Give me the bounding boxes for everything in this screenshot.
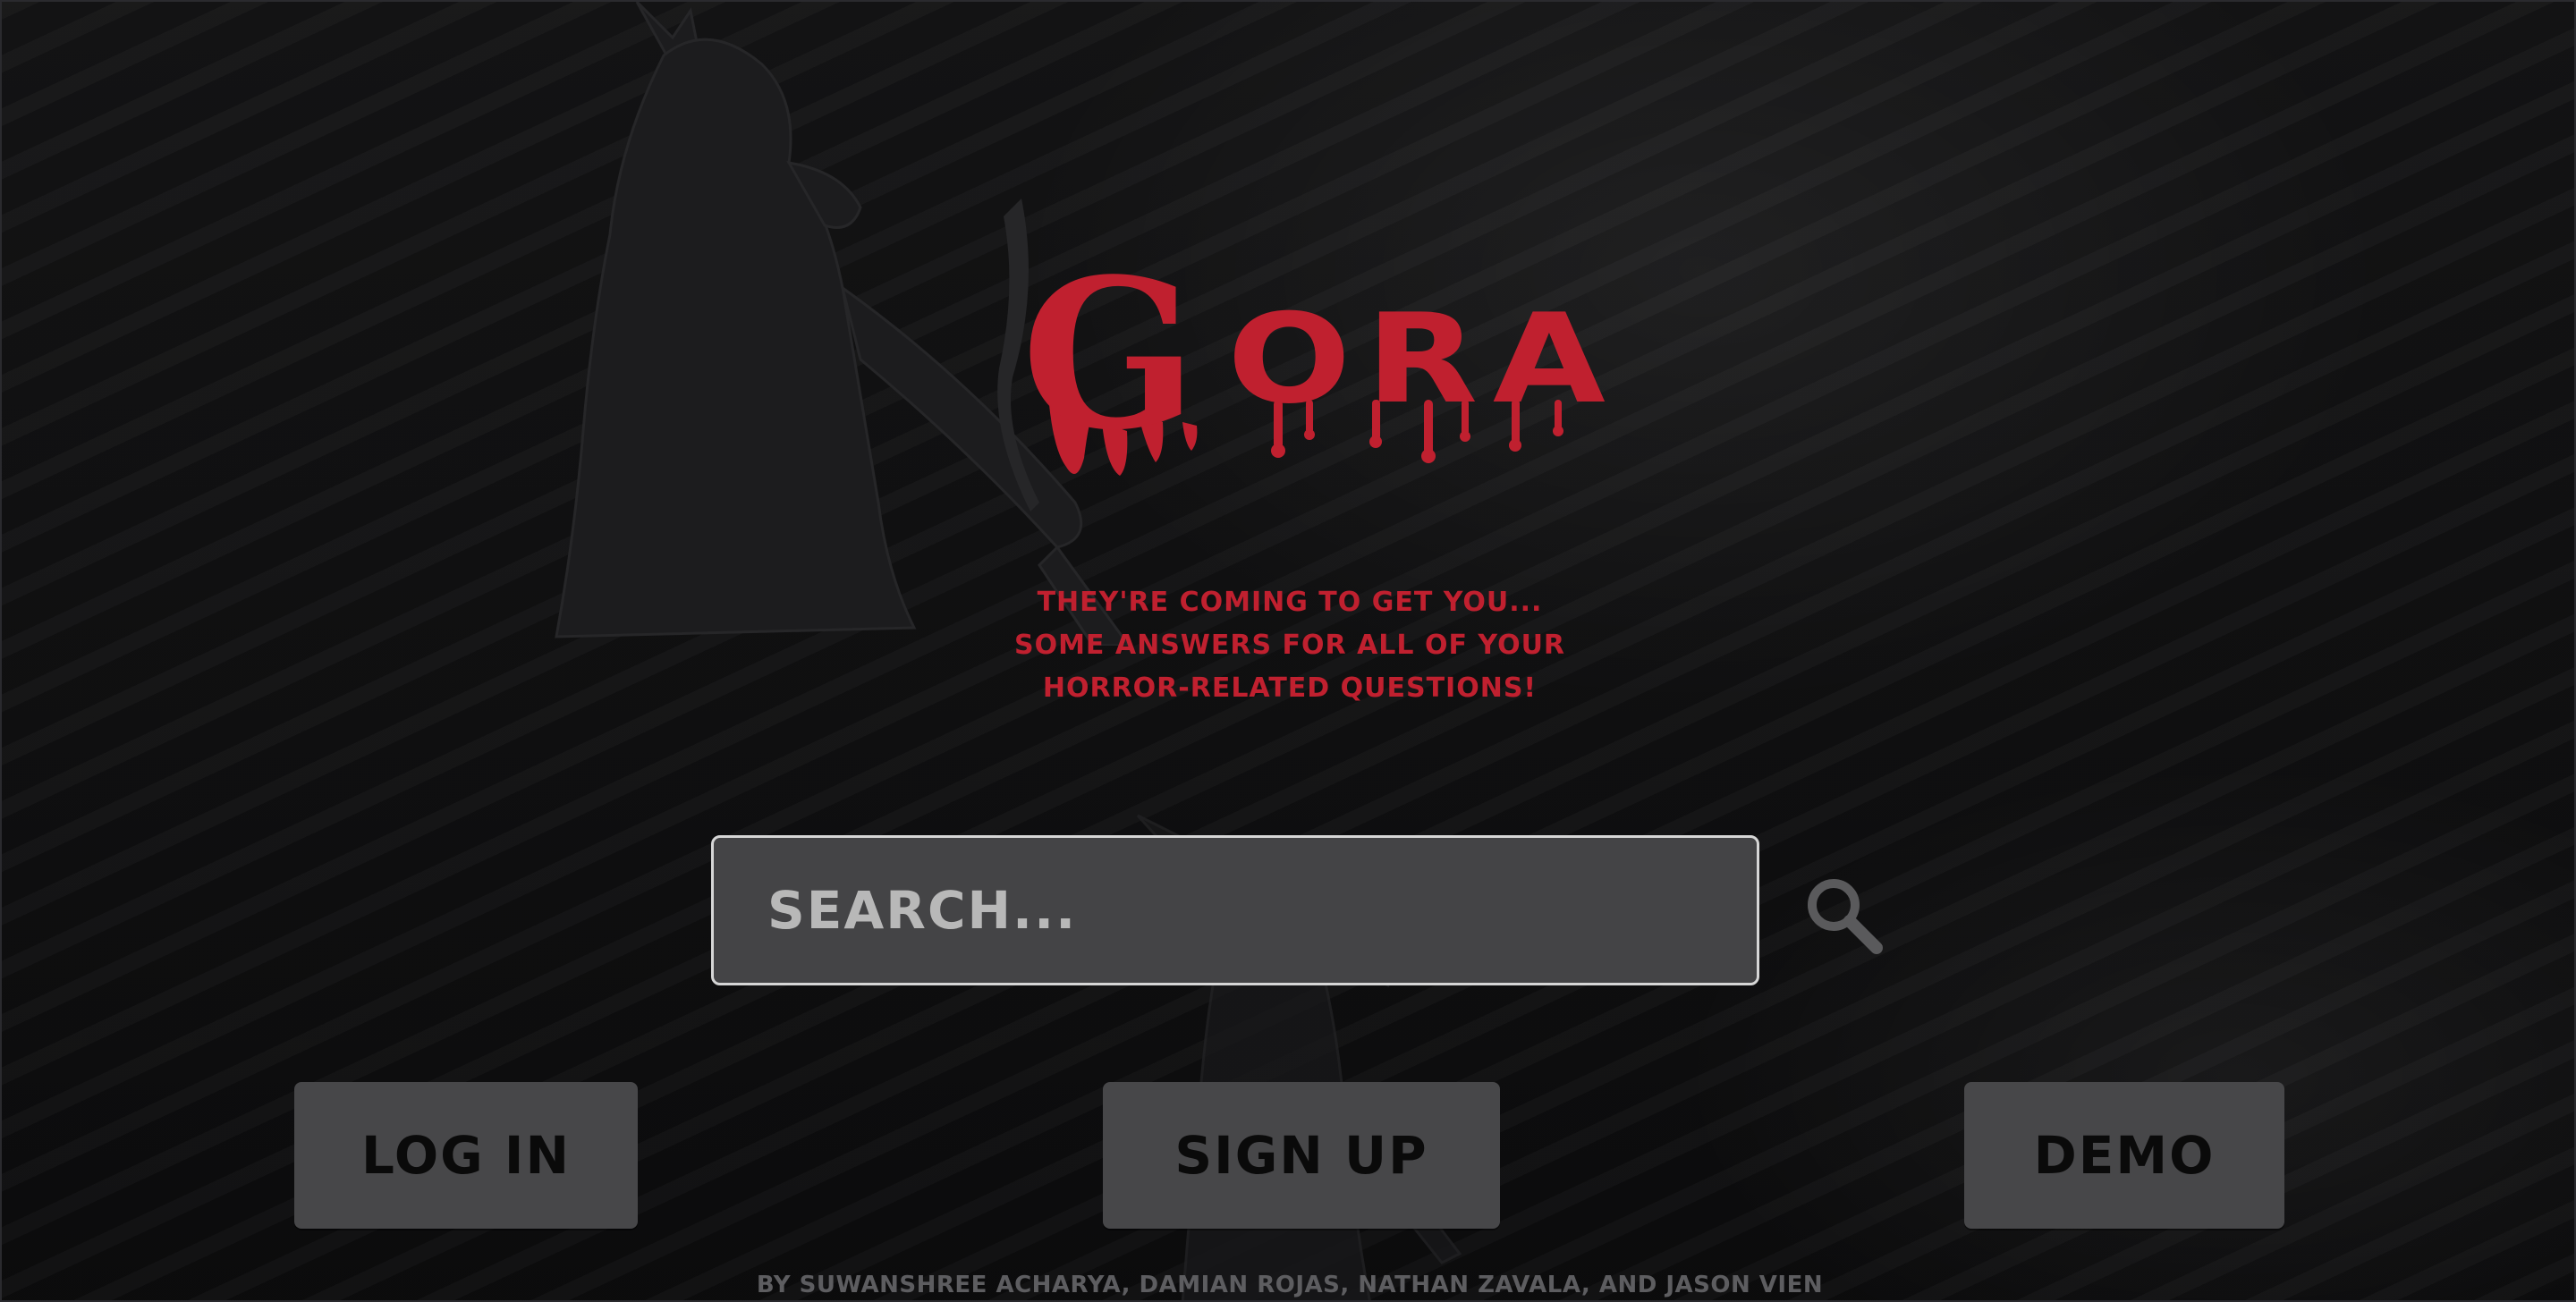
tagline-line-1: THEY'RE COMING TO GET YOU... (1037, 587, 1543, 618)
tagline-line-2: SOME ANSWERS FOR ALL OF YOUR (1013, 630, 1566, 661)
demo-button[interactable]: DEMO (1964, 1082, 2284, 1229)
gora-logo: G ORA (1021, 234, 1606, 494)
search-input[interactable] (714, 838, 1757, 983)
tagline: THEY'RE COMING TO GET YOU... SOME ANSWER… (932, 581, 1648, 710)
logo-text: ORA (1227, 287, 1621, 431)
search-box (711, 835, 1759, 985)
tagline-line-3: HORROR-RELATED QUESTIONS! (1042, 672, 1538, 704)
logo-letter-g: G (1021, 234, 1198, 476)
login-button[interactable]: LOG IN (294, 1082, 638, 1229)
signup-button[interactable]: SIGN UP (1103, 1082, 1500, 1229)
credits-text: BY SUWANSHREE ACHARYA, DAMIAN ROJAS, NAT… (756, 1272, 1824, 1298)
magnifier-icon[interactable] (1798, 869, 1887, 959)
landing-page: G ORA THEY'RE COMING TO GET YOU... SOME … (0, 0, 2576, 1302)
